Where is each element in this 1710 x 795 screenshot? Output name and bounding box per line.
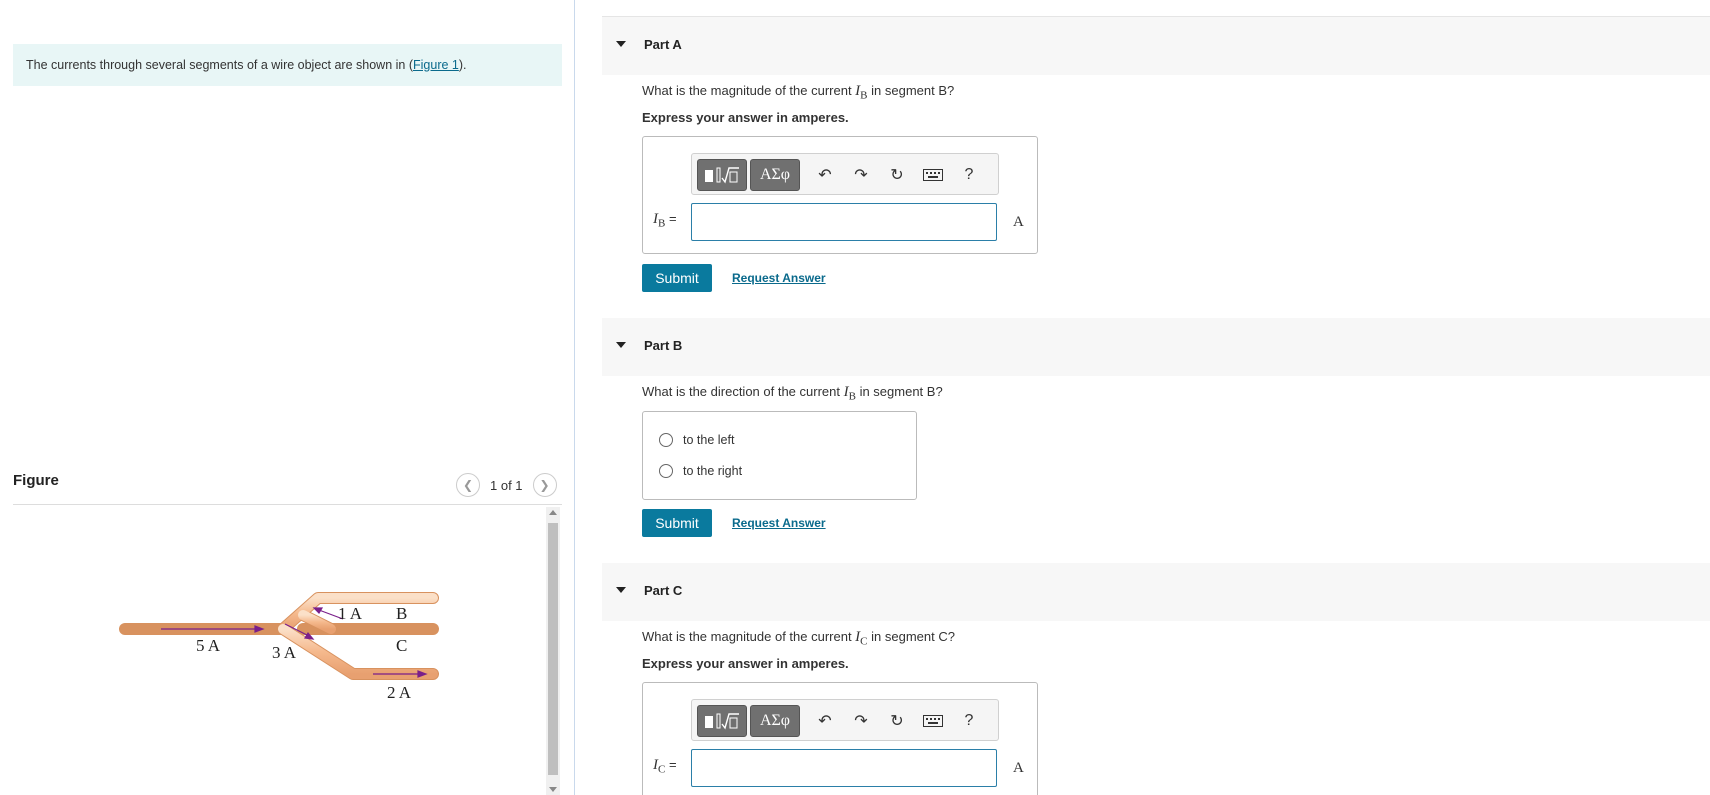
figure-count: 1 of 1 [490,477,523,493]
right-pane: Part A What is the magnitude of the curr… [576,0,1710,795]
templates-button[interactable] [697,159,747,191]
keyboard-icon[interactable] [922,711,944,731]
help-button[interactable]: ? [958,165,980,185]
math-toolbar: ΑΣφ ↶ ↷ ↻ ? [691,153,999,195]
part-c-answer-input[interactable] [691,749,997,787]
equals-sign: = [668,757,677,772]
part-b-submit-button[interactable]: Submit [642,509,712,537]
current-subscript: B [860,89,868,102]
keyboard-icon[interactable] [922,165,944,185]
part-b-options: to the left to the right [642,411,917,500]
part-c-header[interactable]: Part C [602,563,1710,621]
option-left[interactable]: to the left [659,433,734,447]
part-a-unit: A [1013,214,1024,230]
part-a-symbol-label: IB = [653,211,677,230]
question-text: What is the magnitude of the current [642,629,856,644]
scroll-thumb[interactable] [548,523,558,775]
part-b-header[interactable]: Part B [602,318,1710,376]
intro-text: The currents through several segments of… [26,58,413,72]
scroll-down-icon[interactable] [549,787,557,792]
part-c-unit: A [1013,760,1024,776]
prev-figure-button[interactable]: ❮ [456,473,480,497]
symbols-button[interactable]: ΑΣφ [750,705,800,737]
figure-scrollbar[interactable] [546,507,560,795]
redo-icon[interactable]: ↷ [850,165,872,185]
sym-sub: C [658,763,666,776]
part-c-question: What is the magnitude of the current IC … [642,629,955,648]
scroll-up-icon[interactable] [549,510,557,515]
intro-after: ). [458,58,467,72]
radio-button[interactable] [659,464,673,478]
label-b: B [396,604,407,623]
equals-sign: = [668,211,677,226]
templates-icon [705,713,739,730]
symbols-button[interactable]: ΑΣφ [750,159,800,191]
wire-diagram: 5 A 3 A 1 A B C 2 A [119,592,439,702]
part-a-answer-input[interactable] [691,203,997,241]
problem-intro: The currents through several segments of… [13,44,562,86]
part-a-label: Part A [644,37,682,52]
option-label: to the left [683,433,735,447]
undo-icon[interactable]: ↶ [814,711,836,731]
figure-divider [13,504,562,505]
radio-button[interactable] [659,433,673,447]
chevron-right-icon: ❯ [539,478,550,492]
figure-nav: ❮ 1 of 1 ❯ [456,473,557,497]
redo-icon[interactable]: ↷ [850,711,872,731]
left-pane: The currents through several segments of… [0,0,575,795]
templates-icon [705,167,739,184]
current-subscript: B [848,390,856,403]
math-toolbar: ΑΣφ ↶ ↷ ↻ ? [691,699,999,741]
part-c-symbol-label: IC = [653,757,677,776]
part-c-label: Part C [644,583,683,598]
caret-down-icon [616,587,626,593]
templates-button[interactable] [697,705,747,737]
label-1a: 1 A [338,604,363,623]
caret-down-icon [616,342,626,348]
label-2a: 2 A [387,683,412,702]
undo-icon[interactable]: ↶ [814,165,836,185]
caret-down-icon [616,41,626,47]
part-b-question: What is the direction of the current IB … [642,384,943,403]
option-label: to the right [683,464,743,478]
label-5a: 5 A [196,636,221,655]
question-text-end: in segment C? [867,629,955,644]
question-text: What is the direction of the current [642,384,844,399]
part-a-answer-box: ΑΣφ ↶ ↷ ↻ ? IB = A [642,136,1038,254]
question-text: What is the magnitude of the current [642,83,856,98]
chevron-left-icon: ❮ [462,478,474,492]
part-c-answer-box: ΑΣφ ↶ ↷ ↻ ? IC = A [642,682,1038,795]
part-a-header[interactable]: Part A [602,17,1710,75]
figure-title: Figure [13,472,59,489]
option-right[interactable]: to the right [659,464,742,478]
reset-icon[interactable]: ↻ [886,711,908,731]
part-a-request-answer-link[interactable]: Request Answer [732,271,826,285]
wire-lower-branch [277,623,439,680]
help-button[interactable]: ? [958,711,980,731]
reset-icon[interactable]: ↻ [886,165,908,185]
part-b-request-answer-link[interactable]: Request Answer [732,516,826,530]
next-figure-button[interactable]: ❯ [532,473,557,497]
part-c-express: Express your answer in amperes. [642,656,849,671]
figure-canvas: 5 A 3 A 1 A B C 2 A [13,507,543,795]
label-3a: 3 A [272,643,297,662]
current-subscript: C [860,635,868,648]
part-a-question: What is the magnitude of the current IB … [642,83,954,102]
part-a-submit-button[interactable]: Submit [642,264,712,292]
question-text-end: in segment B? [855,384,943,399]
part-a-express: Express your answer in amperes. [642,110,849,125]
part-b-label: Part B [644,338,683,353]
question-text-end: in segment B? [867,83,955,98]
label-c: C [396,636,407,655]
sym-sub: B [658,217,666,230]
figure-link[interactable]: Figure 1 [413,58,459,72]
